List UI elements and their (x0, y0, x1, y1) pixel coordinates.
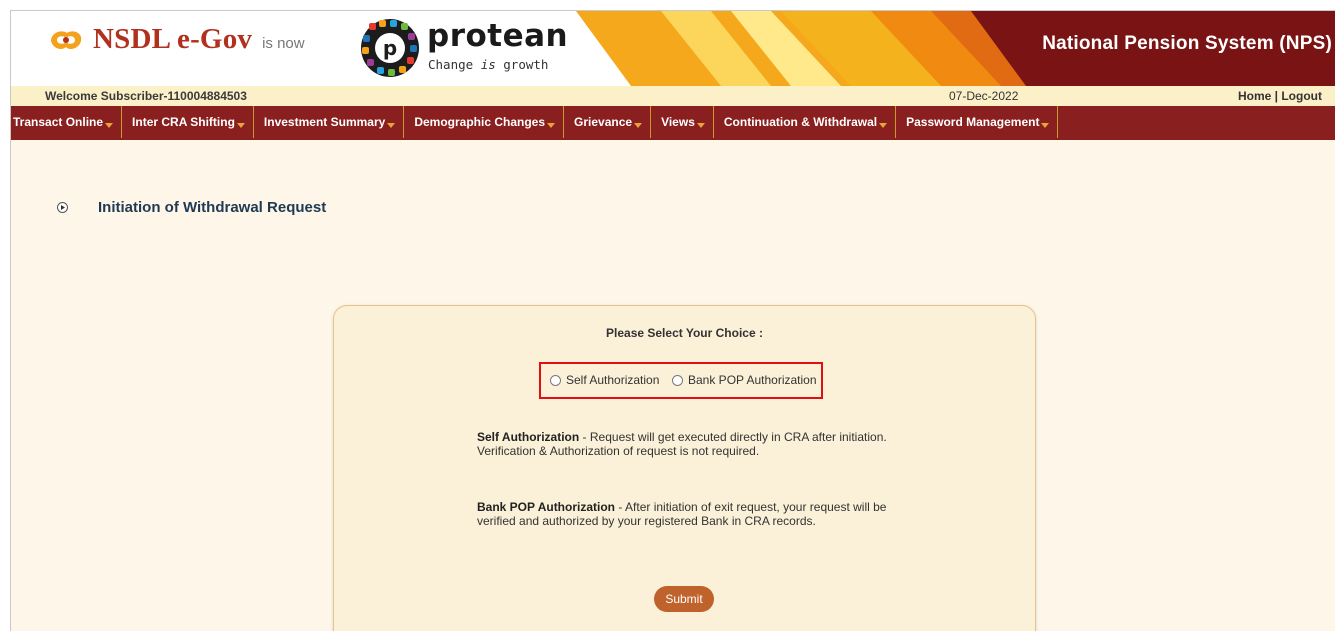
self-authorization-radio[interactable] (550, 374, 561, 386)
nav-item-label: Transact Online (13, 115, 104, 129)
caret-down-icon (105, 122, 114, 128)
caret-down-icon (1041, 122, 1050, 128)
brand-name: NSDL e-Gov (93, 23, 253, 55)
nav-item-grievance[interactable]: Grievance (564, 106, 652, 138)
self-authorization-description: Self Authorization - Request will get ex… (477, 430, 907, 458)
self-desc-line2: Verification & Authorization of request … (477, 444, 760, 458)
site-header: NSDL e-Gov is now p protean Change is gr… (11, 11, 1335, 86)
svg-text:p: p (383, 36, 397, 60)
nav-item-label: Inter CRA Shifting (132, 115, 235, 129)
nav-item-inter-cra-shifting[interactable]: Inter CRA Shifting (122, 106, 254, 138)
caret-down-icon (879, 122, 888, 128)
nsdl-logo: NSDL e-Gov is now (47, 23, 305, 56)
logout-link[interactable]: Logout (1281, 89, 1322, 103)
protean-tagline: Change is growth (428, 57, 549, 72)
nav-item-demographic-changes[interactable]: Demographic Changes (404, 106, 565, 138)
choice-title: Please Select Your Choice : (606, 326, 763, 340)
self-authorization-label: Self Authorization (566, 373, 660, 387)
bank-pop-authorization-description: Bank POP Authorization - After initiatio… (477, 500, 907, 528)
caret-down-icon (547, 122, 556, 128)
welcome-bar: Welcome Subscriber-110004884503 07-Dec-2… (11, 86, 1335, 106)
protean-wordmark: protean (427, 18, 569, 54)
authorization-choice-group: Self Authorization Bank POP Authorizatio… (539, 362, 823, 399)
protean-logo-icon: p (361, 19, 419, 77)
nav-item-investment-summary[interactable]: Investment Summary (254, 106, 405, 138)
nav-item-continuation-withdrawal[interactable]: Continuation & Withdrawal (714, 106, 897, 138)
nav-item-label: Demographic Changes (414, 115, 546, 129)
nav-item-label: Grievance (574, 115, 633, 129)
bank-desc-line1: - After initiation of exit request, your… (615, 500, 887, 514)
nav-item-label: Investment Summary (263, 115, 386, 129)
nav-item-label: Continuation & Withdrawal (723, 115, 878, 129)
nsdl-logo-icon (51, 30, 82, 49)
main-nav: Transact Online Inter CRA Shifting Inves… (11, 106, 1335, 140)
circle-arrow-icon (57, 202, 68, 213)
bank-pop-authorization-option[interactable]: Bank POP Authorization (672, 373, 817, 387)
page-frame: NSDL e-Gov is now p protean Change is gr… (10, 10, 1335, 631)
nav-item-label: Views (661, 115, 695, 129)
brand-is-now: is now (262, 34, 305, 52)
self-desc-title: Self Authorization (477, 430, 580, 444)
home-link[interactable]: Home (1238, 89, 1271, 103)
bank-desc-title: Bank POP Authorization (477, 500, 616, 514)
caret-down-icon (387, 122, 396, 128)
bank-pop-authorization-label: Bank POP Authorization (688, 373, 817, 387)
welcome-text: Welcome Subscriber-110004884503 (45, 89, 247, 103)
submit-button[interactable]: Submit (654, 586, 714, 612)
caret-down-icon (236, 122, 245, 128)
link-separator: | (1274, 89, 1278, 103)
withdrawal-choice-panel: Please Select Your Choice : Self Authori… (333, 305, 1036, 631)
page-title: Initiation of Withdrawal Request (98, 199, 327, 216)
self-authorization-option[interactable]: Self Authorization (550, 373, 659, 387)
nav-item-views[interactable]: Views (651, 106, 714, 138)
current-date: 07-Dec-2022 (949, 89, 1019, 103)
bank-pop-authorization-radio[interactable] (672, 374, 683, 386)
top-links: Home | Logout (1238, 89, 1322, 103)
nav-item-label: Password Management (906, 115, 1040, 129)
caret-down-icon (634, 122, 643, 128)
caret-down-icon (696, 122, 705, 128)
self-desc-line1: - Request will get executed directly in … (579, 430, 887, 444)
page-heading: Initiation of Withdrawal Request (57, 199, 326, 216)
system-title: National Pension System (NPS) (1042, 33, 1332, 54)
nav-item-password-management[interactable]: Password Management (896, 106, 1059, 138)
bank-desc-line2: verified and authorized by your register… (477, 514, 816, 528)
nav-item-transact-online[interactable]: Transact Online (11, 106, 123, 138)
